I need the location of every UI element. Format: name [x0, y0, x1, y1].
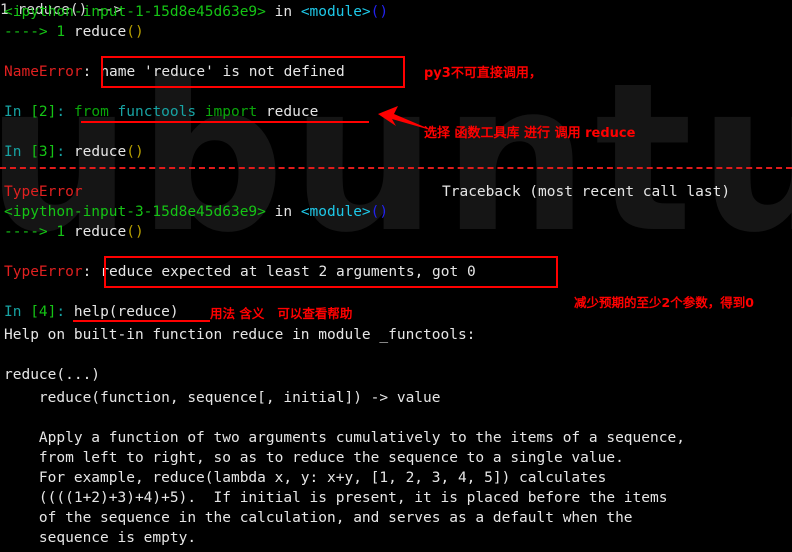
typeerror-line: TypeError: reduce expected at least 2 arg…	[4, 262, 476, 282]
keyword-from: from	[73, 104, 109, 120]
prompt-number: [4]	[30, 304, 57, 320]
prompt-in-label: In	[4, 104, 31, 120]
input-prompt-line-3: In [3]: reduce()	[4, 142, 144, 162]
doc-text: of the sequence in the calculation, and …	[4, 510, 633, 526]
help-signature: reduce(function, sequence[, initial]) ->…	[4, 390, 441, 406]
arrow-marker: ----> 1	[4, 224, 74, 240]
module-functools: functools	[108, 104, 205, 120]
import-underline	[81, 121, 369, 123]
prompt-colon: :	[56, 144, 74, 160]
annotation-py3: py3不可直接调用，	[424, 66, 542, 81]
input-prompt-line-4: In [4]: help(reduce)	[4, 302, 179, 322]
doc-line-5: of the sequence in the calculation, and …	[4, 508, 633, 528]
prompt-in-label: In	[4, 144, 31, 160]
doc-text: Apply a function of two arguments cumula…	[4, 430, 685, 446]
nameerror-line: NameError: name 'reduce' is not defined	[4, 62, 345, 82]
doc-text: ((((1+2)+3)+4)+5). If initial is present…	[4, 490, 668, 506]
prompt-colon: :	[56, 104, 74, 120]
code-parens: ()	[126, 144, 144, 160]
frame-path: <ipython-input-3-15d8e45d63e9>	[4, 204, 266, 220]
frame-in-keyword: in	[265, 204, 301, 220]
typeerror-message: reduce expected at least 2 arguments, go…	[100, 264, 476, 280]
traceback-frame-line-3: <ipython-input-3-15d8e45d63e9> in <modul…	[4, 202, 388, 222]
doc-text: For example, reduce(lambda x, y: x+y, [1…	[4, 470, 607, 486]
frame-parens: ()	[370, 4, 389, 20]
help-signature-line: reduce(function, sequence[, initial]) ->…	[4, 388, 441, 408]
typeerror-colon: :	[82, 264, 92, 280]
separator-dashed-rule	[0, 167, 792, 169]
annotation-usage: 用法 含义 可以查看帮助	[210, 306, 353, 321]
source-call-name: reduce	[73, 224, 127, 240]
typeerror-label: TypeError	[4, 264, 83, 280]
annotation-args: 减少预期的至少2个参数，得到0	[574, 295, 754, 310]
prompt-colon: :	[56, 304, 74, 320]
doc-text: from left to right, so as to reduce the …	[4, 450, 624, 466]
source-call-parens: ()	[126, 24, 144, 40]
help-title: Help on built-in function reduce in modu…	[4, 327, 476, 343]
frame-module: <module>	[300, 204, 371, 220]
frame-in-keyword: in	[265, 4, 301, 20]
frame-parens: ()	[370, 204, 389, 220]
code-help-call: help(reduce)	[73, 304, 179, 320]
help-signature-head: reduce(...)	[4, 367, 101, 383]
typeerror-header-line: TypeError	[4, 182, 83, 202]
code-reduce-call: reduce	[73, 144, 127, 160]
input-prompt-line-2: In [2]: from functools import reduce	[4, 102, 318, 122]
terminal-screenshot: ubuntu <ipython-input-1-15d8e45d63e9> in…	[0, 0, 792, 552]
doc-line-6: sequence is empty.	[4, 528, 196, 548]
prompt-number: [2]	[30, 104, 57, 120]
terminal-output: <ipython-input-1-15d8e45d63e9> in <modul…	[0, 2, 731, 546]
source-call-parens: ()	[126, 224, 144, 240]
traceback-frame-line-1: <ipython-input-1-15d8e45d63e9> in <modul…	[4, 2, 388, 22]
keyword-import: import	[204, 104, 258, 120]
arrow-marker: ----> 1	[4, 24, 74, 40]
traceback-heading: Traceback (most recent call last)	[442, 184, 731, 200]
frame-module: <module>	[300, 4, 371, 20]
traceback-source-line-1: ----> 1 reduce()	[4, 22, 144, 42]
import-target-reduce: reduce	[257, 104, 319, 120]
help-title-line: Help on built-in function reduce in modu…	[4, 325, 475, 345]
doc-line-2: from left to right, so as to reduce the …	[4, 448, 624, 468]
annotation-select: 选择 函数工具库 进行 调用 reduce	[424, 126, 636, 141]
traceback-heading-line: Traceback (most recent call last)	[442, 182, 730, 202]
doc-line-3: For example, reduce(lambda x, y: x+y, [1…	[4, 468, 606, 488]
help-underline	[73, 320, 210, 322]
prompt-in-label: In	[4, 304, 31, 320]
doc-line-1: Apply a function of two arguments cumula…	[4, 428, 685, 448]
nameerror-message: name 'reduce' is not defined	[100, 64, 345, 80]
prompt-number: [3]	[30, 144, 57, 160]
nameerror-colon: :	[82, 64, 92, 80]
traceback-source-line-3: ----> 1 reduce()	[4, 222, 144, 242]
doc-text: sequence is empty.	[4, 530, 197, 546]
nameerror-label: NameError	[4, 64, 83, 80]
source-call-name: reduce	[73, 24, 127, 40]
typeerror-heading: TypeError	[4, 184, 83, 200]
doc-line-4: ((((1+2)+3)+4)+5). If initial is present…	[4, 488, 668, 508]
frame-path: <ipython-input-1-15d8e45d63e9>	[4, 4, 266, 20]
help-signature-head-line: reduce(...)	[4, 365, 100, 385]
